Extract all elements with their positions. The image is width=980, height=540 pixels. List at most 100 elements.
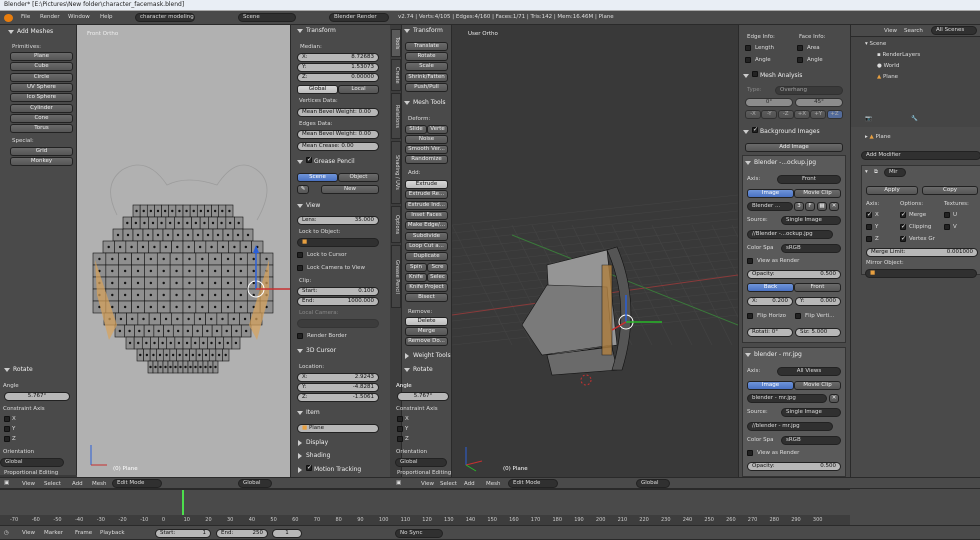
angle-field[interactable]: 5.767°: [4, 392, 70, 401]
bg1-y-field[interactable]: Y: 0.000: [795, 297, 841, 306]
monkey-button[interactable]: Monkey: [10, 157, 73, 166]
primitive-ico-sphere-button[interactable]: Ico Sphere: [10, 93, 73, 103]
vertex-groups-checkbox[interactable]: [900, 235, 906, 242]
outliner-view-menu[interactable]: View: [884, 28, 897, 34]
timeline-view-menu[interactable]: View: [22, 530, 35, 536]
bg1-x-field[interactable]: X: 0.200: [747, 297, 793, 306]
mid-angle-field[interactable]: 5.767°: [397, 392, 449, 401]
tool-loop-cut-a--button[interactable]: Loop Cut a...: [405, 241, 448, 251]
tool-tab-create[interactable]: Create: [391, 59, 401, 92]
screw-button[interactable]: Scre: [427, 263, 448, 272]
tool-smooth-ver--button[interactable]: Smooth Ver...: [405, 145, 448, 155]
tex-v-checkbox[interactable]: [944, 224, 950, 230]
bg1-back-button[interactable]: Back: [747, 283, 794, 292]
bg1-size-field[interactable]: Siz: 5.000: [795, 328, 841, 337]
mesh-analysis-axis-3[interactable]: +X: [793, 110, 810, 119]
mean-bevel-vert-field[interactable]: Mean Bevel Weight: 0.00: [297, 108, 379, 117]
outliner-renderlayers[interactable]: ▪ RenderLayers: [877, 52, 920, 58]
tool-extrude-button[interactable]: Extrude: [405, 180, 448, 189]
median-y-field[interactable]: Y: 1.53073: [297, 63, 379, 72]
median-x-field[interactable]: X: 8.72683: [297, 53, 379, 62]
mesh-analysis-axis-4[interactable]: +Y: [810, 110, 827, 119]
end-frame-field[interactable]: End: 250: [216, 529, 268, 538]
axis-x-checkbox[interactable]: [4, 416, 10, 422]
mesh-max-field[interactable]: 45°: [795, 98, 843, 107]
mesh-min-field[interactable]: 0°: [745, 98, 793, 107]
tool-remove-do--button[interactable]: Remove Do...: [405, 337, 448, 347]
tool-merge-button[interactable]: Merge: [405, 327, 448, 337]
bisect-button[interactable]: Bisect: [405, 293, 448, 302]
timeline-editor-icon[interactable]: ◷: [4, 530, 9, 536]
right-orientation-select[interactable]: Global: [636, 479, 670, 488]
mirror-collapse-icon[interactable]: ▾: [865, 169, 868, 175]
lens-field[interactable]: Lens: 35.000: [297, 216, 379, 225]
start-frame-field[interactable]: Start: 1: [155, 529, 211, 538]
tool-subdivide-button[interactable]: Subdivide: [405, 231, 448, 241]
slide-button[interactable]: Slide: [405, 125, 427, 134]
bg1-users-count[interactable]: 3: [794, 202, 804, 211]
left-orientation-select[interactable]: Global: [238, 479, 272, 488]
motion-tracking-header[interactable]: Motion Tracking: [297, 464, 361, 473]
bg1-fake-user[interactable]: F: [805, 202, 815, 211]
merge-limit-field[interactable]: Merge Limit: 0.001000: [866, 248, 978, 257]
apply-button[interactable]: Apply: [866, 186, 918, 195]
timeline-frame-menu[interactable]: Frame: [75, 530, 92, 536]
type-select[interactable]: Overhang: [775, 86, 843, 95]
view-header[interactable]: View: [297, 202, 320, 209]
global-button[interactable]: Global: [297, 85, 338, 94]
menu-help[interactable]: Help: [100, 14, 113, 20]
angle-checkbox[interactable]: [745, 57, 751, 63]
tool-randomize-button[interactable]: Randomize: [405, 155, 448, 165]
primitive-circle-button[interactable]: Circle: [10, 72, 73, 82]
right-view-menu[interactable]: View: [421, 481, 434, 487]
timeline[interactable]: -70 -60 -50 -40 -30 -20 -10 0 10 20 30 40 50 60 70 80 90…: [0, 489, 850, 526]
bg-image-2-header[interactable]: blender - mr.jpg: [745, 351, 802, 358]
left-mesh-menu[interactable]: Mesh: [92, 481, 106, 487]
spin-button[interactable]: Spin: [405, 263, 427, 272]
tool-extrude-ind--button[interactable]: Extrude Ind...: [405, 200, 448, 210]
left-select-menu[interactable]: Select: [44, 481, 61, 487]
bg1-movieclip-button[interactable]: Movie Clip: [794, 189, 841, 198]
gp-pencil-icon[interactable]: ✎: [297, 185, 309, 194]
add-meshes-header[interactable]: Add Meshes: [8, 28, 53, 35]
left-editor-type-icon[interactable]: ▣: [4, 480, 9, 486]
lock-cursor-checkbox[interactable]: [297, 252, 303, 258]
tool-translate-button[interactable]: Translate: [405, 42, 448, 51]
tool-shrink-fatten-button[interactable]: Shrink/Fatten: [405, 72, 448, 82]
axis-z-checkbox[interactable]: [4, 436, 10, 442]
tool-tab-shading-uvs[interactable]: Shading / UVs: [391, 141, 401, 205]
mesh-analysis-axis-5[interactable]: +Z: [826, 110, 843, 119]
grease-pencil-header[interactable]: Grease Pencil: [297, 156, 355, 165]
bg1-opacity-field[interactable]: Opacity: 0.500: [747, 270, 841, 279]
gp-object-button[interactable]: Object: [338, 173, 379, 182]
cursor-y-field[interactable]: Y: -4.8281: [297, 383, 379, 392]
copy-button[interactable]: Copy: [922, 186, 978, 195]
primitive-plane-button[interactable]: Plane: [10, 52, 73, 61]
bg2-axis-select[interactable]: All Views: [777, 367, 841, 376]
bg-image-1-header[interactable]: Blender -...ockup.jpg: [745, 159, 816, 166]
clipping-checkbox[interactable]: [900, 223, 906, 230]
tool-extrude-re--button[interactable]: Extrude Re...: [405, 190, 448, 200]
menu-window[interactable]: Window: [68, 14, 90, 20]
length-checkbox[interactable]: [745, 45, 751, 51]
area-checkbox[interactable]: [797, 45, 803, 51]
right-mesh-menu[interactable]: Mesh: [486, 481, 500, 487]
bg2-opacity-field[interactable]: Opacity: 0.500: [747, 462, 841, 471]
bg1-front-button[interactable]: Front: [794, 283, 841, 292]
render-context-icon[interactable]: 📷: [865, 116, 872, 122]
angle-face-checkbox[interactable]: [797, 57, 803, 63]
bg2-image-field[interactable]: blender - mr.jpg: [747, 394, 827, 403]
primitive-cylinder-button[interactable]: Cylinder: [10, 103, 73, 113]
bg1-flip-v-checkbox[interactable]: [795, 313, 801, 319]
shading-header[interactable]: Shading: [297, 452, 330, 459]
axis-y-checkbox[interactable]: [4, 426, 10, 432]
primitive-cone-button[interactable]: Cone: [10, 113, 73, 123]
bg1-flip-h-checkbox[interactable]: [747, 313, 753, 319]
knife-project-button[interactable]: Knife Project: [405, 283, 448, 292]
bg1-rotation-field[interactable]: Rotati: 0°: [747, 328, 793, 337]
grid-button[interactable]: Grid: [10, 147, 73, 156]
face-mask-mesh[interactable]: [77, 25, 290, 477]
local-button[interactable]: Local: [338, 85, 379, 94]
cursor-z-field[interactable]: Z: -1.5061: [297, 393, 379, 402]
lock-object-field[interactable]: ■: [297, 238, 379, 247]
